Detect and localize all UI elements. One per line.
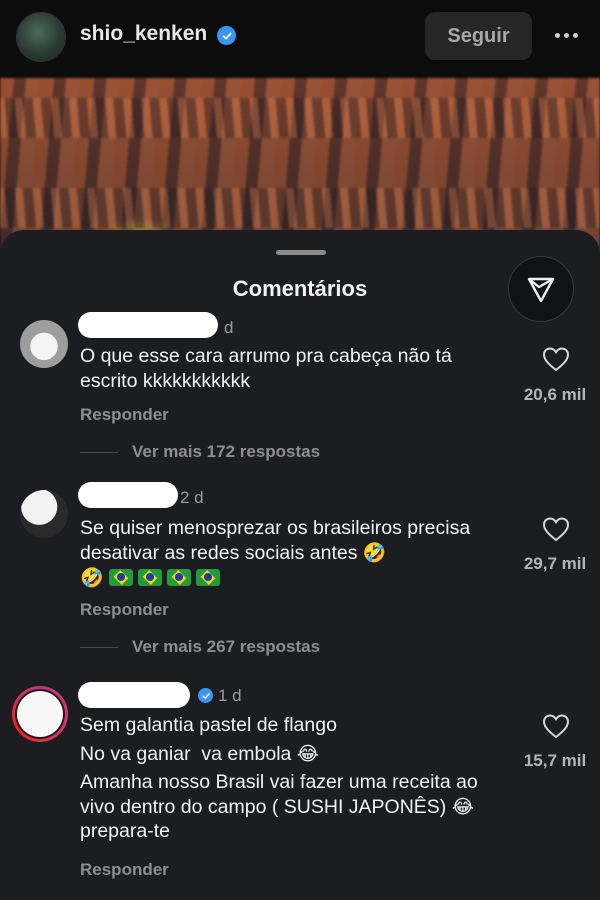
commenter-avatar bbox=[15, 689, 65, 739]
like-count: 15,7 mil bbox=[523, 751, 587, 770]
comment-line-text: prepara-te bbox=[80, 820, 170, 842]
username[interactable]: shio_kenken bbox=[80, 22, 207, 46]
view-more-replies-label: Ver mais 267 respostas bbox=[132, 637, 321, 656]
brazil-flag-icon bbox=[166, 569, 191, 586]
comment-item: d O que esse cara arrumo pra cabeça não … bbox=[0, 312, 600, 472]
like-count: 29,7 mil bbox=[523, 554, 587, 573]
like-count: 20,6 mil bbox=[523, 385, 587, 404]
comment-text: Se quiser menosprezar os brasileiros pre… bbox=[80, 516, 500, 591]
comment-time: 2 d bbox=[180, 488, 204, 507]
commenter-username-redacted[interactable] bbox=[78, 482, 178, 508]
replies-divider bbox=[80, 646, 118, 648]
comments-sheet: Comentários d O que esse cara arrumo pra… bbox=[0, 230, 600, 900]
comment-item: 1 d Sem galantia pastel de flango No va … bbox=[0, 676, 600, 900]
verified-badge-icon bbox=[198, 688, 213, 703]
post-header: shio_kenken Seguir bbox=[0, 0, 600, 78]
joy-emoji-icon: 😂 bbox=[451, 795, 474, 818]
view-more-replies[interactable]: Ver mais 172 respostas bbox=[80, 442, 320, 462]
comment-item: 2 d Se quiser menosprezar os brasileiros… bbox=[0, 480, 600, 670]
brazil-flag-icon bbox=[108, 569, 133, 586]
view-more-replies-label: Ver mais 172 respostas bbox=[132, 442, 321, 461]
comment-line: Sem galantia pastel de flango bbox=[80, 714, 337, 736]
brazil-flag-icon bbox=[137, 569, 162, 586]
commenter-avatar-story-ring[interactable] bbox=[12, 686, 68, 742]
comment-line-text: Amanha nosso Brasil vai fazer uma receit… bbox=[80, 771, 478, 818]
commenter-avatar[interactable] bbox=[20, 490, 68, 538]
like-heart-icon[interactable] bbox=[540, 344, 572, 374]
comment-line: No va ganiar va embola 😂 bbox=[80, 742, 500, 767]
view-more-replies[interactable]: Ver mais 267 respostas bbox=[80, 637, 320, 657]
joy-emoji-icon: 😂 bbox=[296, 742, 319, 765]
reply-button[interactable]: Responder bbox=[80, 600, 169, 620]
comment-time: d bbox=[224, 318, 234, 337]
comment-line: Amanha nosso Brasil vai fazer uma receit… bbox=[80, 770, 495, 844]
comment-text: O que esse cara arrumo pra cabeça não tá… bbox=[80, 345, 452, 392]
reply-button[interactable]: Responder bbox=[80, 860, 169, 880]
commenter-avatar[interactable] bbox=[20, 320, 68, 368]
follow-button[interactable]: Seguir bbox=[425, 12, 532, 60]
replies-divider bbox=[80, 451, 118, 453]
verified-badge-icon bbox=[217, 26, 236, 45]
commenter-avatar-photo bbox=[17, 691, 63, 737]
reply-button[interactable]: Responder bbox=[80, 405, 169, 425]
commenter-username-redacted[interactable] bbox=[78, 312, 218, 338]
more-options-icon[interactable] bbox=[548, 20, 584, 50]
comment-text: Sem galantia pastel de flango No va gani… bbox=[80, 713, 500, 844]
like-heart-icon[interactable] bbox=[540, 514, 572, 544]
sheet-drag-handle[interactable] bbox=[276, 250, 326, 255]
commenter-username-redacted[interactable] bbox=[78, 682, 190, 708]
rofl-emoji-icon: 🤣 bbox=[362, 542, 387, 564]
comment-time: 1 d bbox=[218, 686, 242, 705]
comment-text-content: Se quiser menosprezar os brasileiros pre… bbox=[80, 517, 471, 564]
profile-avatar[interactable] bbox=[16, 12, 66, 62]
like-heart-icon[interactable] bbox=[540, 711, 572, 741]
rofl-emoji-icon: 🤣 bbox=[80, 567, 104, 589]
brazil-flag-icon bbox=[195, 569, 220, 586]
comment-line-text: No va ganiar va embola bbox=[80, 742, 292, 765]
